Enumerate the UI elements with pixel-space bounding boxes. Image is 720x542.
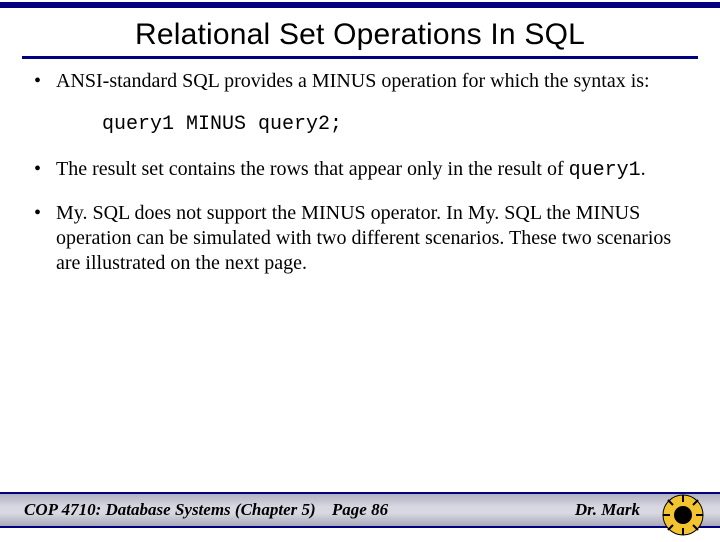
bullet-text: The result set contains the rows that ap…: [56, 158, 569, 180]
footer-page: Page 86: [332, 500, 388, 520]
title-underline: [22, 56, 698, 59]
footer-bar: COP 4710: Database Systems (Chapter 5) P…: [0, 492, 720, 528]
footer-left: COP 4710: Database Systems (Chapter 5): [24, 500, 316, 520]
slide-content: ANSI-standard SQL provides a MINUS opera…: [0, 69, 720, 276]
bullet-item: The result set contains the rows that ap…: [30, 157, 690, 183]
code-line: query1 MINUS query2;: [30, 112, 690, 137]
inline-code: query1: [569, 159, 641, 182]
bullet-text: My. SQL does not support the MINUS opera…: [56, 202, 671, 274]
bullet-text-tail: .: [641, 158, 646, 180]
bullet-text: ANSI-standard SQL provides a MINUS opera…: [56, 70, 650, 92]
bullet-item: ANSI-standard SQL provides a MINUS opera…: [30, 69, 690, 94]
ucf-logo-icon: [662, 494, 704, 536]
slide-title: Relational Set Operations In SQL: [0, 8, 720, 56]
footer: COP 4710: Database Systems (Chapter 5) P…: [0, 492, 720, 542]
bullet-item: My. SQL does not support the MINUS opera…: [30, 201, 690, 276]
